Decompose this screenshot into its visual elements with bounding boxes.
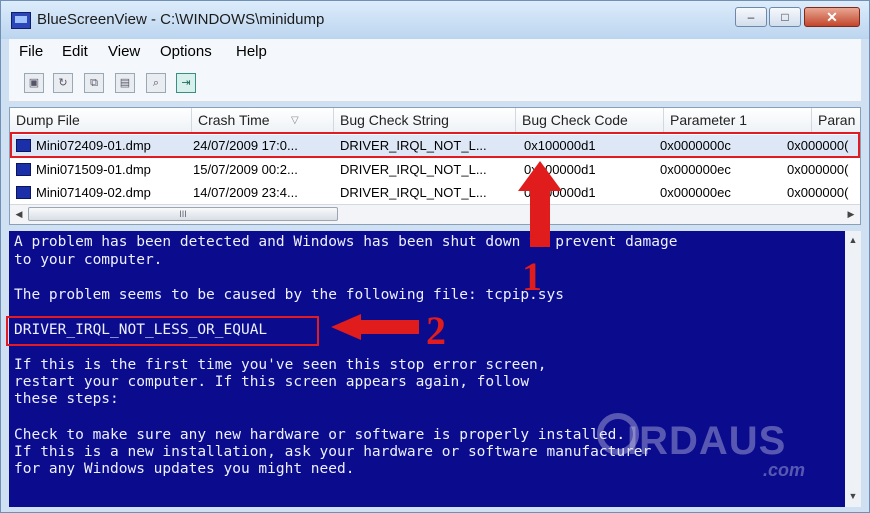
menu-bar: File Edit View Options Help bbox=[9, 39, 861, 65]
annotation-number-2: 2 bbox=[426, 308, 446, 353]
minimize-button[interactable]: – bbox=[735, 7, 767, 27]
highlight-box-error-code bbox=[6, 316, 319, 346]
bsod-text-line: If this is the first time you've seen th… bbox=[14, 357, 547, 373]
window-title: BlueScreenView - C:\WINDOWS\minidump bbox=[37, 11, 325, 28]
column-header-dump-file[interactable]: Dump File bbox=[10, 108, 192, 132]
watermark-text: IRDAUS bbox=[627, 419, 787, 463]
arrow-up-shaft bbox=[530, 187, 550, 247]
column-header-bug-check-string[interactable]: Bug Check String bbox=[334, 108, 516, 132]
title-bar[interactable]: BlueScreenView - C:\WINDOWS\minidump – □… bbox=[1, 1, 869, 39]
blue-screen-report: A problem has been detected and Windows … bbox=[9, 231, 861, 507]
close-button[interactable]: ✕ bbox=[804, 7, 860, 27]
sort-descending-icon: ▽ bbox=[291, 115, 299, 126]
dump-file-icon bbox=[16, 186, 31, 199]
list-header: Dump File Crash Time ▽ Bug Check String B… bbox=[10, 108, 860, 133]
bsod-text-line: If this is a new installation, ask your … bbox=[14, 444, 652, 460]
bsod-text-line: The problem seems to be caused by the fo… bbox=[14, 287, 564, 303]
scroll-up-icon[interactable]: ▲ bbox=[846, 233, 860, 247]
bluescreenview-window: BlueScreenView - C:\WINDOWS\minidump – □… bbox=[0, 0, 870, 513]
bsod-text-line: for any Windows updates you might need. bbox=[14, 461, 355, 477]
copy-icon[interactable]: ⧉ bbox=[84, 73, 104, 93]
watermark-suffix: .com bbox=[763, 460, 806, 480]
horizontal-scrollbar[interactable]: ◀ III ▶ bbox=[10, 204, 860, 224]
table-row[interactable]: Mini071409-02.dmp 14/07/2009 23:4... DRI… bbox=[10, 182, 860, 204]
column-header-parameter-1[interactable]: Parameter 1 bbox=[664, 108, 812, 132]
bsod-text-line: to your computer. bbox=[14, 252, 163, 268]
menu-help[interactable]: Help bbox=[236, 43, 267, 60]
menu-view[interactable]: View bbox=[108, 43, 140, 60]
bsod-text-line: these steps: bbox=[14, 391, 119, 407]
scroll-thumb[interactable]: III bbox=[28, 207, 338, 221]
maximize-button[interactable]: □ bbox=[769, 7, 801, 27]
scroll-right-icon[interactable]: ▶ bbox=[844, 207, 858, 221]
menu-edit[interactable]: Edit bbox=[62, 43, 88, 60]
scroll-left-icon[interactable]: ◀ bbox=[12, 207, 26, 221]
properties-icon[interactable]: ▤ bbox=[115, 73, 135, 93]
arrow-left-shaft bbox=[361, 320, 419, 334]
annotation-number-1: 1 bbox=[522, 254, 542, 299]
table-row[interactable]: Mini071509-01.dmp 15/07/2009 00:2... DRI… bbox=[10, 159, 860, 181]
bsod-text-line: A problem has been detected and Windows … bbox=[14, 234, 678, 250]
highlight-box-selected-row bbox=[10, 132, 860, 158]
column-header-bug-check-code[interactable]: Bug Check Code bbox=[516, 108, 664, 132]
dump-file-icon bbox=[16, 163, 31, 176]
exit-icon[interactable]: ⇥ bbox=[176, 73, 196, 93]
bsod-text-line: Check to make sure any new hardware or s… bbox=[14, 427, 626, 443]
crash-dump-list[interactable]: Dump File Crash Time ▽ Bug Check String B… bbox=[9, 107, 861, 225]
find-icon[interactable]: ⌕ bbox=[146, 73, 166, 93]
menu-file[interactable]: File bbox=[19, 43, 43, 60]
toolbar: ▣ ↻ ⧉ ▤ ⌕ ⇥ bbox=[9, 65, 861, 102]
column-header-crash-time[interactable]: Crash Time ▽ bbox=[192, 108, 334, 132]
bsod-text-line: restart your computer. If this screen ap… bbox=[14, 374, 530, 390]
column-header-parameter-2[interactable]: Paran bbox=[812, 108, 860, 132]
scroll-down-icon[interactable]: ▼ bbox=[846, 489, 860, 503]
app-icon bbox=[11, 12, 31, 29]
menu-options[interactable]: Options bbox=[160, 43, 212, 60]
save-icon[interactable]: ▣ bbox=[24, 73, 44, 93]
refresh-icon[interactable]: ↻ bbox=[53, 73, 73, 93]
arrow-left-icon bbox=[331, 314, 361, 340]
vertical-scrollbar[interactable]: ▲ ▼ bbox=[845, 231, 861, 507]
